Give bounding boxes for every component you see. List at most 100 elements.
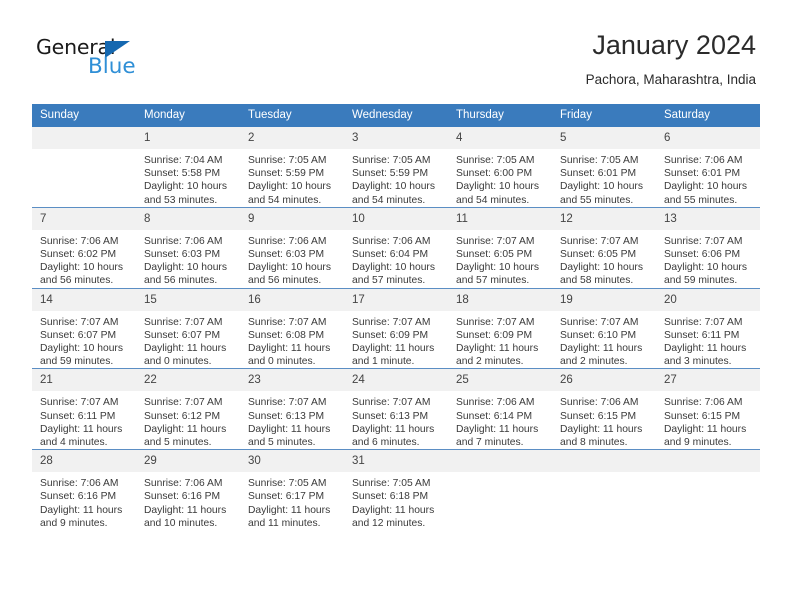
day-details: Sunrise: 7:06 AM Sunset: 6:01 PM Dayligh… [656,149,760,207]
daylight-line-2: and 1 minute. [352,356,415,368]
weekday-header-row: Sunday Monday Tuesday Wednesday Thursday… [32,104,760,127]
day-number: 29 [136,450,240,473]
sunrise-line: Sunrise: 7:06 AM [248,235,327,247]
day-cell[interactable]: 27 Sunrise: 7:06 AM Sunset: 6:15 PM Dayl… [656,368,760,450]
day-cell[interactable]: 20 Sunrise: 7:07 AM Sunset: 6:11 PM Dayl… [656,287,760,369]
daylight-line-2: and 11 minutes. [248,517,321,529]
day-details: Sunrise: 7:07 AM Sunset: 6:06 PM Dayligh… [656,230,760,288]
day-cell[interactable]: 6 Sunrise: 7:06 AM Sunset: 6:01 PM Dayli… [656,127,760,207]
day-cell[interactable]: 15 Sunrise: 7:07 AM Sunset: 6:07 PM Dayl… [136,287,240,369]
day-details: Sunrise: 7:05 AM Sunset: 6:18 PM Dayligh… [344,472,448,530]
day-cell[interactable]: 29 Sunrise: 7:06 AM Sunset: 6:16 PM Dayl… [136,449,240,531]
daylight-line-2: and 7 minutes. [456,437,524,449]
day-cell[interactable]: 22 Sunrise: 7:07 AM Sunset: 6:12 PM Dayl… [136,368,240,450]
day-number: 18 [448,288,552,311]
day-cell[interactable]: 5 Sunrise: 7:05 AM Sunset: 6:01 PM Dayli… [552,127,656,207]
day-details: Sunrise: 7:05 AM Sunset: 5:59 PM Dayligh… [240,149,344,207]
day-details: Sunrise: 7:06 AM Sunset: 6:04 PM Dayligh… [344,230,448,288]
weekday-header-wednesday: Wednesday [344,104,448,127]
day-details: Sunrise: 7:07 AM Sunset: 6:13 PM Dayligh… [240,391,344,449]
daylight-line-2: and 4 minutes. [40,437,108,449]
calendar-week-row: 14 Sunrise: 7:07 AM Sunset: 6:07 PM Dayl… [32,287,760,369]
sunrise-line: Sunrise: 7:07 AM [352,397,431,409]
daylight-line-2: and 56 minutes. [40,275,114,287]
day-number [656,450,760,473]
day-cell[interactable]: 4 Sunrise: 7:05 AM Sunset: 6:00 PM Dayli… [448,127,552,207]
day-cell[interactable]: 30 Sunrise: 7:05 AM Sunset: 6:17 PM Dayl… [240,449,344,531]
day-details: Sunrise: 7:06 AM Sunset: 6:16 PM Dayligh… [136,472,240,530]
day-cell[interactable]: 26 Sunrise: 7:06 AM Sunset: 6:15 PM Dayl… [552,368,656,450]
sunrise-line: Sunrise: 7:06 AM [664,397,743,409]
daylight-line-1: Daylight: 10 hours [352,181,435,193]
day-cell[interactable]: 2 Sunrise: 7:05 AM Sunset: 5:59 PM Dayli… [240,127,344,207]
sunrise-line: Sunrise: 7:07 AM [144,397,223,409]
day-number: 26 [552,369,656,392]
day-cell[interactable]: 28 Sunrise: 7:06 AM Sunset: 6:16 PM Dayl… [32,449,136,531]
sunrise-line: Sunrise: 7:07 AM [664,316,743,328]
day-cell[interactable]: 19 Sunrise: 7:07 AM Sunset: 6:10 PM Dayl… [552,287,656,369]
day-cell[interactable]: 16 Sunrise: 7:07 AM Sunset: 6:08 PM Dayl… [240,287,344,369]
calendar-body: 1 Sunrise: 7:04 AM Sunset: 5:58 PM Dayli… [32,127,760,531]
day-details: Sunrise: 7:07 AM Sunset: 6:13 PM Dayligh… [344,391,448,449]
day-cell[interactable]: 21 Sunrise: 7:07 AM Sunset: 6:11 PM Dayl… [32,368,136,450]
daylight-line-2: and 8 minutes. [560,437,628,449]
day-number: 11 [448,207,552,230]
calendar-page: General Blue January 2024 Pachora, Mahar… [0,0,792,612]
daylight-line-1: Daylight: 10 hours [560,262,643,274]
day-cell[interactable]: 14 Sunrise: 7:07 AM Sunset: 6:07 PM Dayl… [32,287,136,369]
day-cell[interactable]: 7 Sunrise: 7:06 AM Sunset: 6:02 PM Dayli… [32,206,136,289]
daylight-line-1: Daylight: 11 hours [40,423,123,435]
day-cell[interactable]: 17 Sunrise: 7:07 AM Sunset: 6:09 PM Dayl… [344,287,448,369]
day-cell[interactable]: 12 Sunrise: 7:07 AM Sunset: 6:05 PM Dayl… [552,206,656,289]
day-cell[interactable]: 10 Sunrise: 7:06 AM Sunset: 6:04 PM Dayl… [344,206,448,289]
daylight-line-1: Daylight: 11 hours [456,423,539,435]
daylight-line-2: and 10 minutes. [144,517,218,529]
day-cell[interactable]: 23 Sunrise: 7:07 AM Sunset: 6:13 PM Dayl… [240,368,344,450]
day-details: Sunrise: 7:07 AM Sunset: 6:08 PM Dayligh… [240,311,344,369]
weekday-header-saturday: Saturday [656,104,760,127]
day-cell[interactable]: 1 Sunrise: 7:04 AM Sunset: 5:58 PM Dayli… [136,127,240,207]
day-cell[interactable]: 9 Sunrise: 7:06 AM Sunset: 6:03 PM Dayli… [240,206,344,289]
daylight-line-1: Daylight: 11 hours [144,504,227,516]
logo-text-blue: Blue [88,54,136,79]
sunrise-line: Sunrise: 7:06 AM [144,478,223,490]
day-number: 22 [136,369,240,392]
day-number: 21 [32,369,136,392]
sunrise-line: Sunrise: 7:04 AM [144,155,223,166]
day-cell[interactable]: 31 Sunrise: 7:05 AM Sunset: 6:18 PM Dayl… [344,449,448,531]
day-number: 17 [344,288,448,311]
daylight-line-2: and 57 minutes. [352,275,426,287]
sunset-line: Sunset: 6:11 PM [40,410,116,422]
daylight-line-1: Daylight: 11 hours [248,423,331,435]
sunrise-line: Sunrise: 7:05 AM [248,478,327,490]
sunset-line: Sunset: 6:07 PM [40,329,117,341]
day-number [552,450,656,473]
day-cell[interactable]: 3 Sunrise: 7:05 AM Sunset: 5:59 PM Dayli… [344,127,448,207]
day-cell[interactable]: 8 Sunrise: 7:06 AM Sunset: 6:03 PM Dayli… [136,206,240,289]
daylight-line-2: and 0 minutes. [248,356,316,368]
day-details: Sunrise: 7:05 AM Sunset: 6:01 PM Dayligh… [552,149,656,207]
day-cell[interactable]: 24 Sunrise: 7:07 AM Sunset: 6:13 PM Dayl… [344,368,448,450]
day-cell[interactable]: 25 Sunrise: 7:06 AM Sunset: 6:14 PM Dayl… [448,368,552,450]
sunset-line: Sunset: 6:12 PM [144,410,221,422]
day-number: 13 [656,207,760,230]
day-number: 6 [656,127,760,149]
day-details: Sunrise: 7:07 AM Sunset: 6:11 PM Dayligh… [656,311,760,369]
day-details: Sunrise: 7:07 AM Sunset: 6:07 PM Dayligh… [136,311,240,369]
day-cell[interactable]: 11 Sunrise: 7:07 AM Sunset: 6:05 PM Dayl… [448,206,552,289]
daylight-line-1: Daylight: 11 hours [144,423,227,435]
day-cell-empty [552,449,656,531]
sunrise-line: Sunrise: 7:07 AM [456,316,535,328]
day-number: 28 [32,450,136,473]
daylight-line-1: Daylight: 11 hours [352,343,435,355]
calendar-week-row: 28 Sunrise: 7:06 AM Sunset: 6:16 PM Dayl… [32,449,760,531]
sunrise-line: Sunrise: 7:06 AM [560,397,639,409]
day-number: 12 [552,207,656,230]
day-cell[interactable]: 18 Sunrise: 7:07 AM Sunset: 6:09 PM Dayl… [448,287,552,369]
day-cell[interactable]: 13 Sunrise: 7:07 AM Sunset: 6:06 PM Dayl… [656,206,760,289]
sunrise-line: Sunrise: 7:07 AM [560,316,639,328]
daylight-line-2: and 56 minutes. [144,275,218,287]
sunrise-line: Sunrise: 7:06 AM [352,235,431,247]
title-block: January 2024 Pachora, Maharashtra, India [586,28,756,88]
weekday-header-tuesday: Tuesday [240,104,344,127]
